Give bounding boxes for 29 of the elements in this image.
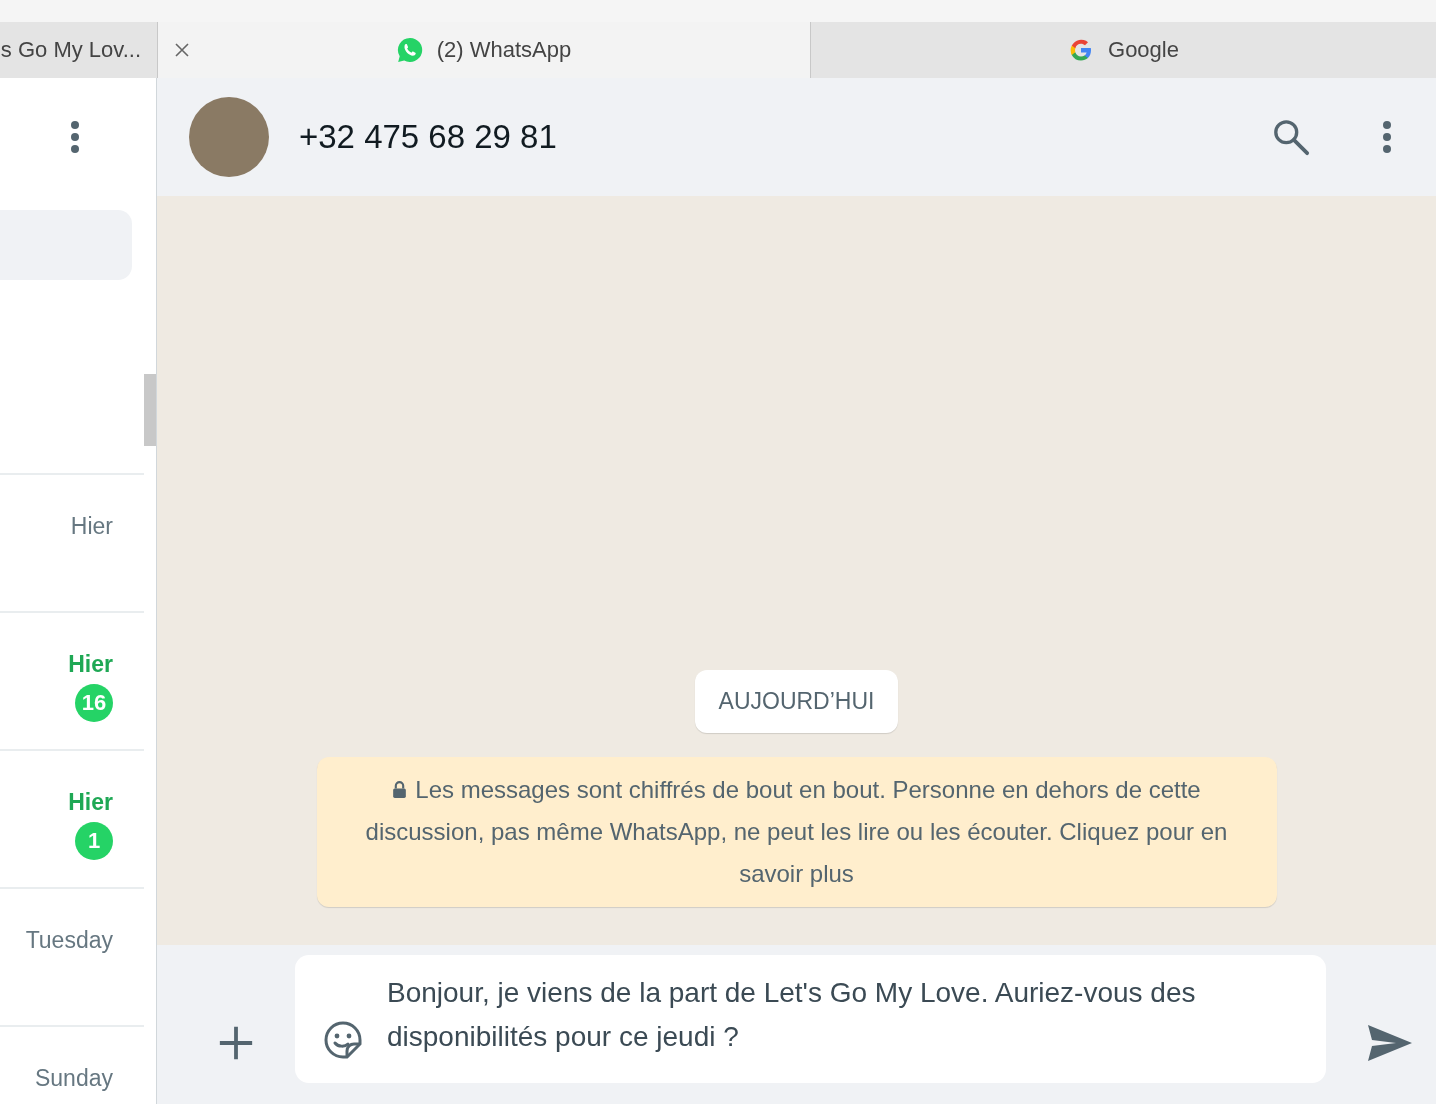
chat-list-item[interactable]: Hier bbox=[0, 473, 144, 611]
search-icon[interactable] bbox=[1272, 118, 1310, 156]
browser-tab[interactable]: s Go My Lov... bbox=[0, 22, 157, 78]
close-icon[interactable] bbox=[174, 42, 190, 58]
chat-list-item[interactable]: Hier 16 bbox=[0, 611, 144, 749]
g-logo-icon bbox=[1068, 37, 1094, 63]
chat-time: Hier bbox=[68, 789, 113, 816]
chat-list-item[interactable]: Tuesday bbox=[0, 887, 144, 1025]
chat-time: Sunday bbox=[35, 1065, 113, 1092]
menu-icon[interactable] bbox=[70, 120, 80, 154]
chat-list-item[interactable]: Hier 1 bbox=[0, 749, 144, 887]
message-input-field[interactable]: Bonjour, je viens de la part de Let's Go My Love. Auriez-vous des disponibilités pour ce jeudi ? bbox=[295, 955, 1326, 1083]
browser-tab[interactable]: (2) WhatsApp bbox=[157, 22, 810, 78]
chat-time: Hier bbox=[70, 513, 113, 540]
menu-icon[interactable] bbox=[1382, 120, 1392, 154]
encryption-notice-text: Les messages sont chiffrés de bout en bout. Personne en dehors de cette discussion, pas même WhatsApp, ne peut les lire ou les écouter. Cliquez pour en savoir plus bbox=[364, 775, 1229, 889]
chat-list-item[interactable]: Sunday bbox=[0, 1025, 144, 1104]
unread-count: 16 bbox=[75, 684, 113, 722]
date-chip: AUJOURD’HUI bbox=[694, 670, 899, 733]
encryption-notice[interactable]: Les messages sont chiffrés de bout en bout. Personne en dehors de cette discussion, pas même WhatsApp, ne peut les lire ou les écouter. Cliquez pour en savoir plus bbox=[316, 757, 1277, 907]
sticker-face-icon[interactable] bbox=[323, 1020, 363, 1060]
phone-bubble-icon bbox=[396, 37, 423, 63]
send-icon[interactable] bbox=[1366, 1022, 1414, 1063]
scrollbar-thumb[interactable] bbox=[144, 374, 156, 446]
lock-icon bbox=[392, 780, 408, 799]
browser-tab[interactable]: Google bbox=[810, 22, 1436, 78]
chat-time: Hier bbox=[68, 651, 113, 678]
unread-count: 1 bbox=[75, 822, 113, 860]
chat-time: Tuesday bbox=[25, 927, 113, 954]
